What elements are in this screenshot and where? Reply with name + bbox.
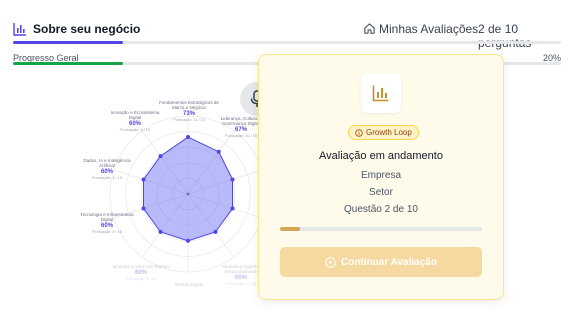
label-pct: 60%: [134, 270, 147, 276]
sector-name: Setor: [369, 187, 393, 198]
radar-point: [213, 229, 218, 234]
bar-chart-icon: [13, 23, 26, 36]
header: Sobre seu negócio Minhas Avaliações 2 de…: [0, 0, 574, 50]
radar-center: [186, 192, 190, 196]
overall-progress-fill: [13, 62, 123, 65]
card-progress-fill: [280, 227, 301, 231]
label-name: Fundamentos Estratégicos de Marca e Negó…: [159, 100, 219, 110]
radar-point: [230, 206, 235, 211]
label-sub: Pontuação: 9 / 15: [92, 230, 122, 234]
label-pct: 60%: [100, 223, 113, 229]
evaluation-card: Growth Loop Avaliação em andamento Empre…: [258, 54, 504, 300]
radar-label-technology: Tecnologia e Infraestrutura Digital 60% …: [76, 212, 138, 235]
radar-point: [158, 154, 163, 159]
card-progress-track: [280, 227, 482, 231]
radar-point: [216, 149, 221, 154]
label-sub: Pontuação: 9 / 15: [120, 128, 150, 132]
radar-label-commercial: Modelos Comerciais Digitais 60% Pontuaçã…: [110, 264, 172, 282]
radar-point: [230, 177, 235, 182]
label-name: Modelos Comerciais Digitais: [112, 264, 170, 269]
label-name: Inovação e Ecossistema Digital: [110, 110, 160, 120]
question-counter: 2 de 10 perguntas: [478, 22, 531, 50]
company-name: Empresa: [360, 170, 401, 181]
play-circle-icon: [325, 256, 336, 268]
radar-label-management: Gestão Digital: [158, 282, 220, 287]
info-icon: [355, 128, 363, 137]
label-pct: 60%: [128, 121, 141, 127]
radar-point: [158, 229, 163, 234]
section-title: Sobre seu negócio: [33, 22, 141, 36]
continue-evaluation-button[interactable]: Continuar Avaliação: [280, 247, 482, 277]
home-icon[interactable]: [363, 22, 376, 35]
page: Sobre seu negócio Minhas Avaliações 2 de…: [0, 0, 574, 323]
radar-point: [186, 135, 190, 140]
app-logo: [361, 73, 401, 113]
my-evaluations-link[interactable]: Minhas Avaliações: [379, 22, 478, 36]
label-pct: 60%: [100, 169, 113, 175]
label-sub: Pontuação: 9 / 15: [92, 176, 122, 180]
section-progress-track: [13, 41, 561, 44]
label-name: Dados, IA e Inteligência Artificial: [83, 158, 131, 168]
radar-point: [186, 238, 190, 243]
radar-point: [141, 206, 146, 211]
continue-button-label: Continuar Avaliação: [341, 256, 437, 268]
card-title: Avaliação em andamento: [319, 150, 443, 162]
badge-label: Growth Loop: [366, 128, 412, 137]
radar-label-innovation: Inovação e Ecossistema Digital 60% Pontu…: [104, 110, 166, 133]
bar-chart-icon: [372, 85, 389, 102]
question-progress-text: Questão 2 de 10: [344, 204, 418, 215]
radar-label-data: Dados, IA e Inteligência Artificial 60% …: [76, 158, 138, 181]
radar-point: [141, 177, 146, 182]
label-name: Liderança, Cultura e Governança Digital: [220, 116, 262, 126]
label-name: Marketing Digital e Relacionamento: [222, 264, 260, 274]
growth-loop-badge: Growth Loop: [348, 125, 419, 140]
label-name: Gestão Digital: [174, 282, 204, 287]
section-progress-fill: [13, 41, 123, 44]
label-name: Tecnologia e Infraestrutura Digital: [80, 212, 134, 222]
